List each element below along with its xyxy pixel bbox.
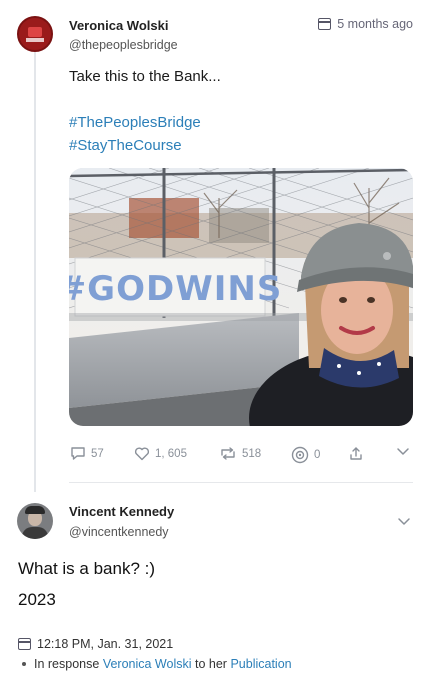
timestamp-text: 5 months ago xyxy=(337,17,413,31)
hashtag-link[interactable]: #ThePeoplesBridge xyxy=(69,114,201,131)
more-options-button[interactable] xyxy=(396,446,410,456)
post-image[interactable]: #GODWINS xyxy=(69,168,413,426)
response-user-link[interactable]: Veronica Wolski xyxy=(103,657,192,671)
comment-icon xyxy=(71,447,85,460)
calendar-icon xyxy=(18,638,31,650)
author-name[interactable]: Veronica Wolski xyxy=(69,18,168,33)
author-handle[interactable]: @thepeoplesbridge xyxy=(69,38,178,52)
views-count: 0 xyxy=(314,449,321,461)
response-prefix: In response xyxy=(34,657,100,671)
response-mid: to her xyxy=(195,657,227,671)
eye-icon xyxy=(291,446,309,464)
share-icon xyxy=(350,447,362,460)
reply-author-avatar[interactable] xyxy=(17,503,53,539)
divider xyxy=(69,482,413,483)
comment-button[interactable]: 57 xyxy=(70,446,104,461)
hashtag-link[interactable]: #StayTheCourse xyxy=(69,137,182,154)
thread-line xyxy=(34,52,36,492)
chevron-down-icon[interactable] xyxy=(397,516,411,526)
chevron-down-icon xyxy=(397,448,409,455)
views-button[interactable]: 0 xyxy=(291,446,320,464)
share-button[interactable] xyxy=(348,446,364,462)
like-button[interactable]: 1, 605 xyxy=(134,446,187,461)
reply-date-text: 12:18 PM, Jan. 31, 2021 xyxy=(37,637,174,651)
like-count: 1, 605 xyxy=(155,447,187,460)
heart-icon xyxy=(134,447,150,461)
reply-date: 12:18 PM, Jan. 31, 2021 xyxy=(18,637,173,651)
calendar-icon xyxy=(318,18,332,30)
post-timestamp: 5 months ago xyxy=(318,17,413,31)
bullet-dot xyxy=(22,661,26,666)
author-avatar[interactable] xyxy=(17,16,53,52)
repost-button[interactable]: 518 xyxy=(219,446,261,461)
reply-author-name[interactable]: Vincent Kennedy xyxy=(69,504,174,519)
post-text: Take this to the Bank... xyxy=(69,68,221,85)
action-bar: 57 1, 605 518 0 xyxy=(69,446,413,464)
banner-text: #GODWINS xyxy=(69,269,282,309)
comment-count: 57 xyxy=(91,447,104,460)
reply-text: What is a bank? :) xyxy=(18,559,156,578)
reply-text-year: 2023 xyxy=(18,590,56,609)
publication-link[interactable]: Publication xyxy=(230,657,291,671)
repost-count: 518 xyxy=(242,447,262,460)
repost-icon xyxy=(221,447,235,460)
reply-author-handle[interactable]: @vincentkennedy xyxy=(69,525,169,539)
in-response-line: In response Veronica Wolski to her Publi… xyxy=(22,657,292,671)
